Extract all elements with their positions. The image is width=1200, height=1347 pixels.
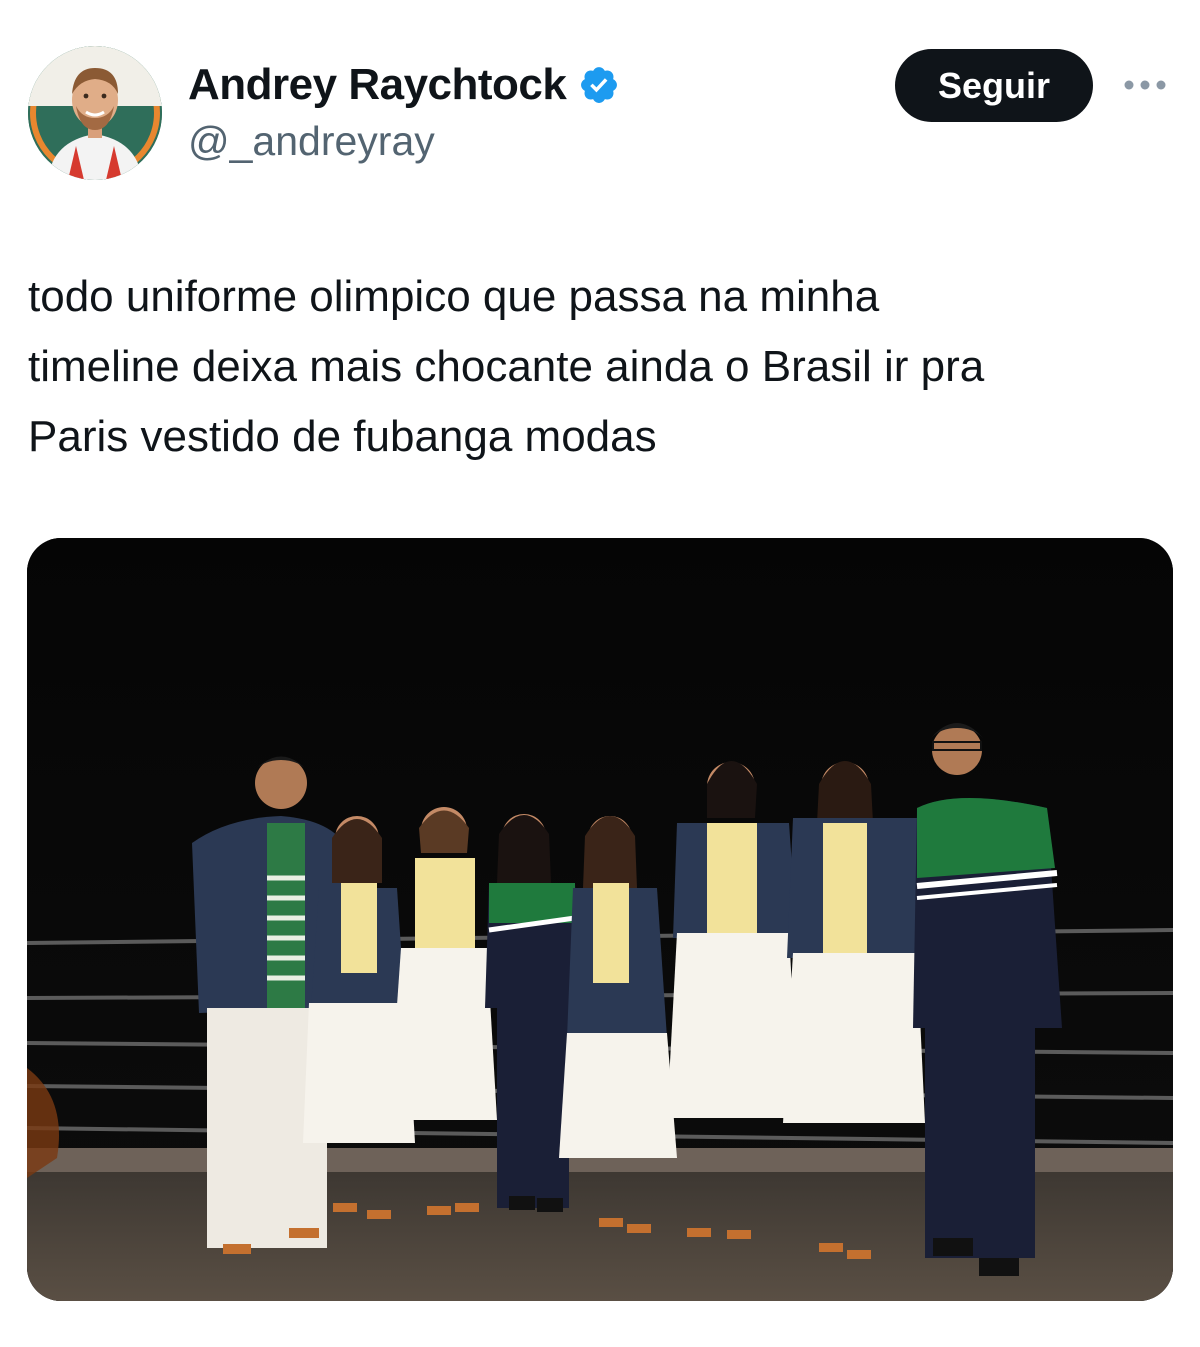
verified-badge-icon: [581, 67, 618, 103]
avatar[interactable]: [28, 46, 162, 180]
follow-button[interactable]: Seguir: [895, 49, 1093, 122]
more-options-button[interactable]: [1120, 70, 1170, 100]
tweet-media-image[interactable]: [27, 538, 1173, 1301]
author-handle[interactable]: @_andreyray: [188, 118, 435, 165]
team-photo: [27, 538, 1173, 1301]
author-name-row[interactable]: Andrey Raychtock: [188, 60, 620, 110]
avatar-image: [28, 46, 162, 180]
author-display-name[interactable]: Andrey Raychtock: [188, 60, 567, 110]
tweet-text: todo uniforme olimpico que passa na minh…: [28, 272, 985, 461]
more-options-icon: [1124, 80, 1166, 90]
